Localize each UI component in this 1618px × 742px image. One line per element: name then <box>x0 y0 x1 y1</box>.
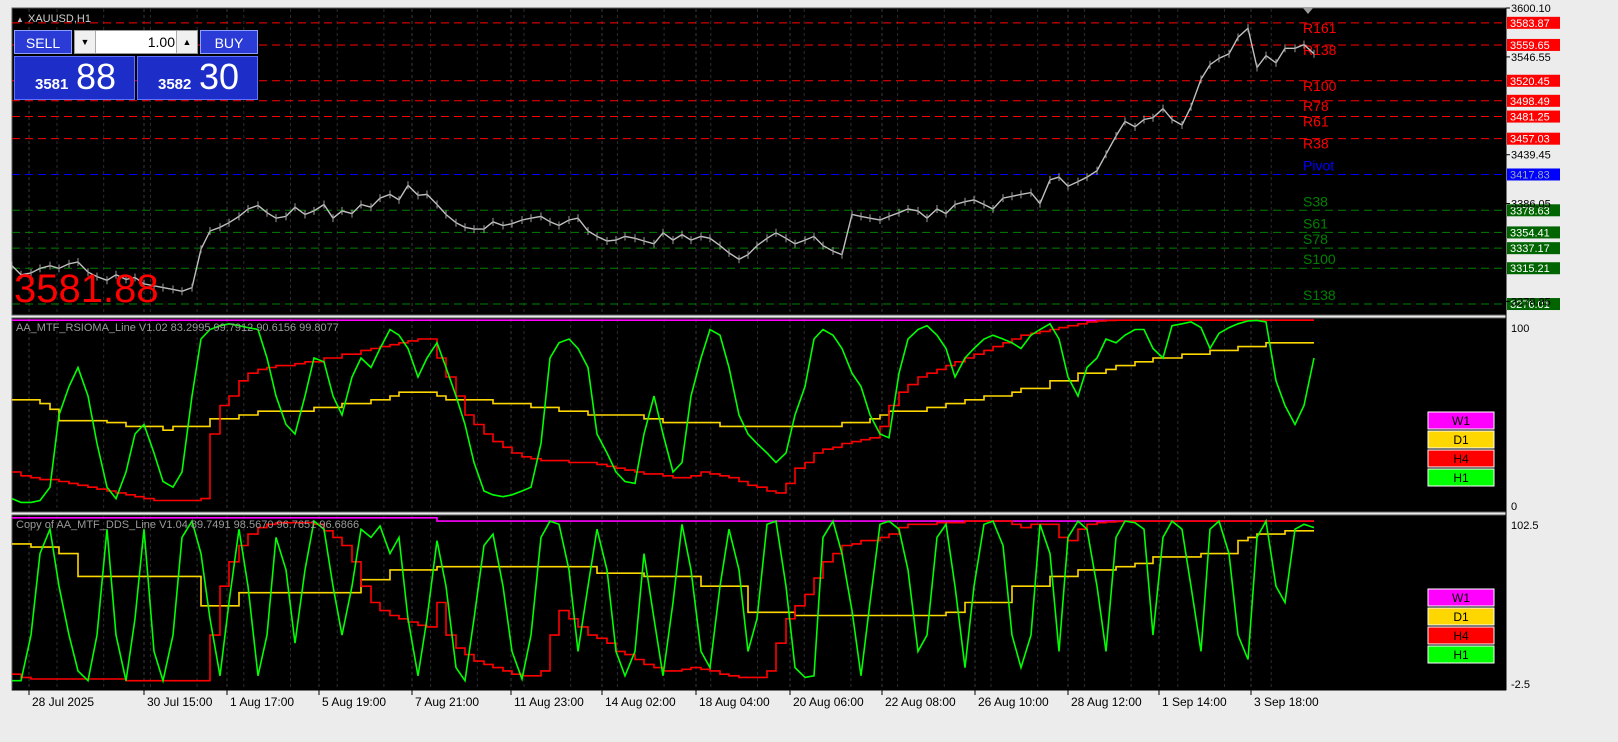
legend-label-w1: W1 <box>1452 414 1470 428</box>
level-price-label: 3417.83 <box>1510 169 1550 181</box>
level-price-label: 3354.41 <box>1510 227 1550 239</box>
x-axis-tick-label: 26 Aug 10:00 <box>978 695 1049 709</box>
level-price-label: 3520.45 <box>1510 76 1550 88</box>
level-price-label: 3337.17 <box>1510 243 1550 255</box>
level-name-r138: R138 <box>1303 42 1337 58</box>
level-name-s61: S61 <box>1303 215 1328 231</box>
chart-canvas[interactable]: 28 Jul 2025 30 Jul 15:00 1 Aug 17:00 5 Aug … <box>0 0 1618 742</box>
x-axis-tick-label: 28 Aug 12:00 <box>1071 695 1142 709</box>
x-axis-tick-label: 3 Sep 18:00 <box>1254 695 1319 709</box>
level-name-s100: S100 <box>1303 251 1336 267</box>
indicator-1-axis-label: 100 <box>1511 323 1529 335</box>
lot-increase-icon[interactable]: ▲ <box>176 31 197 53</box>
price-axis-label: 3600.10 <box>1511 3 1551 15</box>
level-name-s38: S38 <box>1303 193 1328 209</box>
price-axis-label: 3278.85 <box>1511 296 1551 308</box>
x-axis-labels: 28 Jul 2025 30 Jul 15:00 1 Aug 17:00 5 Aug … <box>32 695 1319 709</box>
level-name-r38: R38 <box>1303 136 1329 152</box>
chart-pane-2 <box>11 317 1507 513</box>
level-name-r78: R78 <box>1303 98 1329 114</box>
lot-decrease-icon[interactable]: ▼ <box>75 31 96 53</box>
indicator-2-axis-label: -2.5 <box>1511 679 1530 691</box>
lot-size-control: ▼ ▲ <box>74 30 198 54</box>
level-name-s138: S138 <box>1303 287 1336 303</box>
level-name-r100: R100 <box>1303 78 1337 94</box>
level-price-label: 3559.65 <box>1510 40 1550 52</box>
legend-label-w1: W1 <box>1452 591 1470 605</box>
legend-label-d1: D1 <box>1453 433 1469 447</box>
legend-label-h1: H1 <box>1453 471 1469 485</box>
level-price-label: 3583.87 <box>1510 18 1550 30</box>
x-axis-tick-label: 1 Sep 14:00 <box>1162 695 1227 709</box>
indicator-2-axis-label: 102.5 <box>1511 520 1539 532</box>
legend-label-h4: H4 <box>1453 629 1469 643</box>
x-axis-tick-label: 30 Jul 15:00 <box>147 695 213 709</box>
x-axis-tick-label: 28 Jul 2025 <box>32 695 94 709</box>
x-axis-tick-label: 7 Aug 21:00 <box>415 695 479 709</box>
legend-label-h4: H4 <box>1453 452 1469 466</box>
lot-size-input[interactable] <box>97 31 177 53</box>
bid-price-button[interactable]: 3581 88 <box>14 56 135 100</box>
x-axis-tick-label: 11 Aug 23:00 <box>514 695 584 709</box>
ask-price-button[interactable]: 3582 30 <box>137 56 258 100</box>
x-axis-tick-label: 1 Aug 17:00 <box>230 695 294 709</box>
one-click-trading-panel: SELL ▼ ▲ BUY 3581 88 3582 30 <box>14 28 258 102</box>
sell-button[interactable]: SELL <box>14 30 72 54</box>
x-axis-tick-label: 14 Aug 02:00 <box>605 695 676 709</box>
level-price-label: 3457.03 <box>1510 134 1550 146</box>
x-axis-tick-label: 22 Aug 08:00 <box>885 695 956 709</box>
price-axis-label: 3546.55 <box>1511 52 1551 64</box>
current-price-big: 3581.88 <box>14 267 159 311</box>
indicator-2-title: Copy of AA_MTF_DDS_Line V1.04 89.7491 98… <box>16 519 359 531</box>
price-axis-label: 3386.05 <box>1511 199 1551 211</box>
x-axis-tick-label: 20 Aug 06:00 <box>793 695 864 709</box>
x-axis-tick-label: 18 Aug 04:00 <box>699 695 770 709</box>
buy-button[interactable]: BUY <box>200 30 258 54</box>
legend-label-d1: D1 <box>1453 610 1469 624</box>
ask-price-prefix: 3582 <box>158 76 192 93</box>
level-name-r161: R161 <box>1303 20 1337 36</box>
legend-label-h1: H1 <box>1453 648 1469 662</box>
level-price-label: 3481.25 <box>1510 112 1550 124</box>
indicator-1-axis-label: 0 <box>1511 501 1517 513</box>
level-name-s78: S78 <box>1303 231 1328 247</box>
chart-window: 28 Jul 2025 30 Jul 15:00 1 Aug 17:00 5 Aug … <box>0 0 1618 742</box>
level-name-r61: R61 <box>1303 114 1329 130</box>
bid-price-prefix: 3581 <box>35 76 69 93</box>
x-axis-tick-label: 5 Aug 19:00 <box>322 695 386 709</box>
level-name-pivot: Pivot <box>1303 157 1334 173</box>
indicator-1-title: AA_MTF_RSIOMA_Line V1.02 83.2995 99.7912… <box>16 322 339 334</box>
ask-price-digits: 30 <box>198 56 239 97</box>
bid-price-digits: 88 <box>75 56 116 97</box>
level-price-label: 3315.21 <box>1510 263 1550 275</box>
level-price-label: 3498.49 <box>1510 96 1550 108</box>
price-axis-label: 3439.45 <box>1511 150 1551 162</box>
